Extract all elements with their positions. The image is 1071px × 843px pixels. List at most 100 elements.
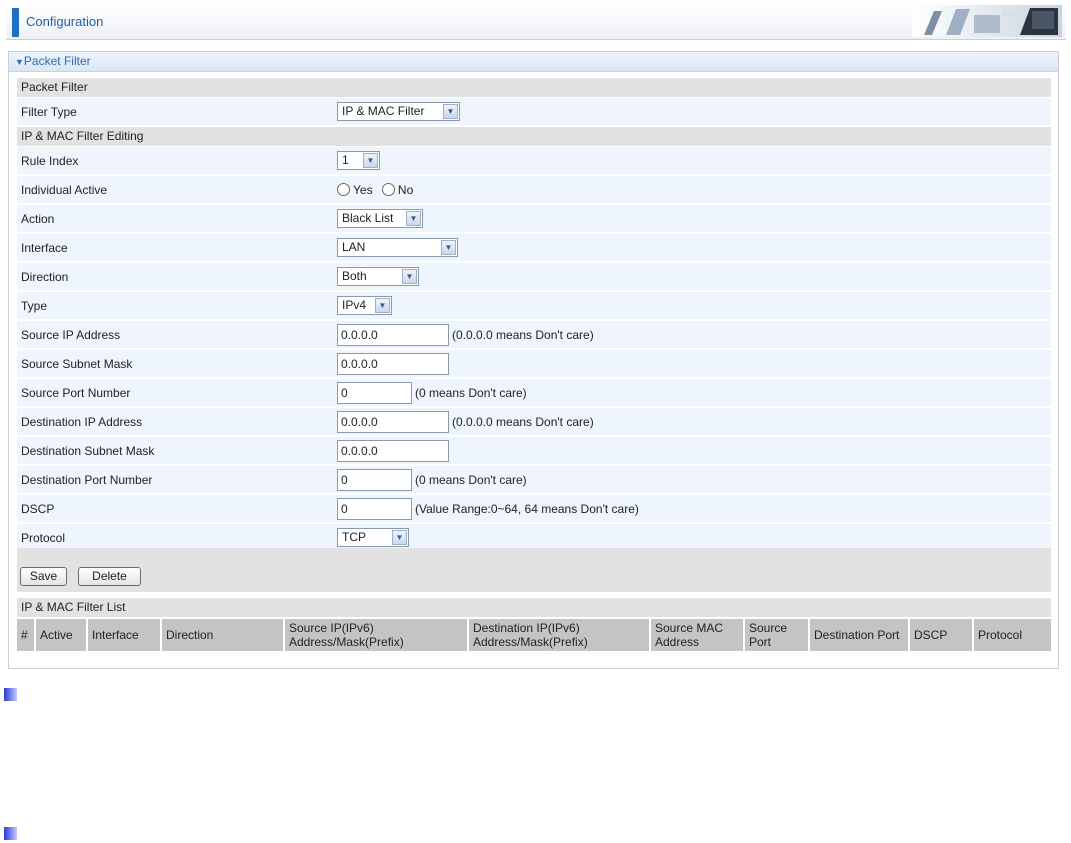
- row-dscp: DSCP 0 (Value Range:0~64, 64 means Don't …: [17, 495, 1051, 524]
- source-mask-input[interactable]: 0.0.0.0: [337, 353, 449, 375]
- chevron-down-icon: ▼: [443, 104, 458, 119]
- bullet-marker-icon: [4, 688, 17, 701]
- row-filter-type: Filter Type IP & MAC Filter ▼: [17, 98, 1051, 127]
- row-source-mask: Source Subnet Mask 0.0.0.0: [17, 350, 1051, 379]
- section-packet-filter-label: Packet Filter: [21, 80, 88, 94]
- col-source-ip-line2: Address/Mask(Prefix): [289, 635, 404, 649]
- row-rule-index: Rule Index 1 ▼: [17, 147, 1051, 176]
- row-dest-mask: Destination Subnet Mask 0.0.0.0: [17, 437, 1051, 466]
- col-dest-ip-line2: Address/Mask(Prefix): [473, 635, 588, 649]
- section-filter-list-label: IP & MAC Filter List: [21, 600, 126, 614]
- dest-ip-input[interactable]: 0.0.0.0: [337, 411, 449, 433]
- col-active: Active: [35, 619, 88, 651]
- col-dscp: DSCP: [909, 619, 974, 651]
- type-value: IPv4: [342, 298, 367, 312]
- direction-label: Direction: [21, 270, 69, 284]
- table-header-row: # Active Interface Direction Source IP(I…: [17, 619, 1051, 651]
- col-source-ip-line1: Source IP(IPv6): [289, 621, 374, 635]
- row-dest-port: Destination Port Number 0 (0 means Don't …: [17, 466, 1051, 495]
- row-type: Type IPv4 ▼: [17, 292, 1051, 321]
- source-port-label: Source Port Number: [21, 386, 131, 400]
- col-num: #: [17, 619, 36, 651]
- dest-port-label: Destination Port Number: [21, 473, 153, 487]
- header-banner-icon: [912, 5, 1062, 37]
- type-select[interactable]: IPv4 ▼: [337, 296, 392, 315]
- col-source-mac: Source MAC Address: [650, 619, 745, 651]
- col-interface: Interface: [87, 619, 162, 651]
- rule-index-value: 1: [342, 153, 349, 167]
- header-accent-bar: [12, 8, 19, 37]
- dest-ip-label: Destination IP Address: [21, 415, 143, 429]
- dscp-label: DSCP: [21, 502, 55, 516]
- chevron-down-icon: ▼: [392, 530, 407, 545]
- col-dest-ip: Destination IP(IPv6) Address/Mask(Prefix): [468, 619, 651, 651]
- filter-type-label: Filter Type: [21, 105, 77, 119]
- filter-type-value: IP & MAC Filter: [342, 104, 425, 118]
- protocol-select[interactable]: TCP ▼: [337, 528, 409, 547]
- col-source-mac-line2: Address: [655, 635, 700, 649]
- dest-port-hint: (0 means Don't care): [415, 473, 527, 487]
- individual-active-label: Individual Active: [21, 183, 108, 197]
- rule-index-select[interactable]: 1 ▼: [337, 151, 380, 170]
- bullet-marker-icon: [4, 827, 17, 840]
- action-value: Black List: [342, 211, 394, 225]
- filter-type-select[interactable]: IP & MAC Filter ▼: [337, 102, 460, 121]
- chevron-down-icon: ▼: [406, 211, 421, 226]
- col-direction: Direction: [161, 619, 285, 651]
- chevron-down-icon: ▼: [363, 153, 378, 168]
- dest-ip-hint: (0.0.0.0 means Don't care): [452, 415, 594, 429]
- packet-filter-panel: ▼Packet Filter Packet Filter Filter Type…: [8, 51, 1059, 669]
- row-source-ip: Source IP Address 0.0.0.0 (0.0.0.0 means …: [17, 321, 1051, 350]
- interface-value: LAN: [342, 240, 366, 254]
- direction-select[interactable]: Both ▼: [337, 267, 419, 286]
- active-no-label: No: [397, 182, 414, 197]
- page-header: Configuration: [6, 2, 1066, 40]
- row-interface: Interface LAN ▼: [17, 234, 1051, 263]
- active-no-radio[interactable]: [381, 183, 395, 197]
- row-source-port: Source Port Number 0 (0 means Don't care): [17, 379, 1051, 408]
- protocol-value: TCP: [342, 530, 366, 544]
- col-source-port-line1: Source: [749, 621, 788, 635]
- col-source-port-line2: Port: [749, 635, 772, 649]
- active-yes-radio[interactable]: [337, 183, 350, 197]
- col-source-mac-line1: Source MAC: [655, 621, 724, 635]
- section-editing: IP & MAC Filter Editing: [17, 127, 1051, 146]
- col-source-port: Source Port: [744, 619, 810, 651]
- panel-title[interactable]: ▼Packet Filter: [9, 52, 1058, 72]
- dest-mask-label: Destination Subnet Mask: [21, 444, 155, 458]
- dest-port-input[interactable]: 0: [337, 469, 412, 491]
- interface-select[interactable]: LAN ▼: [337, 238, 458, 257]
- dscp-hint: (Value Range:0~64, 64 means Don't care): [415, 502, 639, 516]
- collapse-triangle-icon[interactable]: ▼: [15, 53, 24, 72]
- col-dest-port: Destination Port: [809, 619, 910, 651]
- source-mask-label: Source Subnet Mask: [21, 357, 133, 371]
- row-individual-active: Individual Active Yes No: [17, 176, 1051, 205]
- col-dest-ip-line1: Destination IP(IPv6): [473, 621, 580, 635]
- page-title: Configuration: [26, 14, 104, 29]
- source-port-hint: (0 means Don't care): [415, 386, 527, 400]
- section-editing-label: IP & MAC Filter Editing: [21, 129, 144, 143]
- dest-mask-input[interactable]: 0.0.0.0: [337, 440, 449, 462]
- button-bar: Save Delete: [17, 548, 1051, 592]
- source-port-input[interactable]: 0: [337, 382, 412, 404]
- row-direction: Direction Both ▼: [17, 263, 1051, 292]
- section-packet-filter: Packet Filter: [17, 78, 1051, 97]
- delete-button[interactable]: Delete: [78, 567, 141, 586]
- save-button[interactable]: Save: [20, 567, 67, 586]
- protocol-label: Protocol: [21, 531, 66, 545]
- panel-title-label: Packet Filter: [23, 54, 91, 68]
- section-filter-list: IP & MAC Filter List: [17, 598, 1051, 617]
- chevron-down-icon: ▼: [375, 298, 390, 313]
- action-select[interactable]: Black List ▼: [337, 209, 423, 228]
- col-source-ip: Source IP(IPv6) Address/Mask(Prefix): [284, 619, 469, 651]
- row-dest-ip: Destination IP Address 0.0.0.0 (0.0.0.0 m…: [17, 408, 1051, 437]
- dscp-input[interactable]: 0: [337, 498, 412, 520]
- source-ip-input[interactable]: 0.0.0.0: [337, 324, 449, 346]
- col-protocol: Protocol: [973, 619, 1051, 651]
- interface-label: Interface: [21, 241, 68, 255]
- chevron-down-icon: ▼: [402, 269, 417, 284]
- type-label: Type: [21, 299, 48, 313]
- source-ip-label: Source IP Address: [21, 328, 121, 342]
- action-label: Action: [21, 212, 55, 226]
- row-action: Action Black List ▼: [17, 205, 1051, 234]
